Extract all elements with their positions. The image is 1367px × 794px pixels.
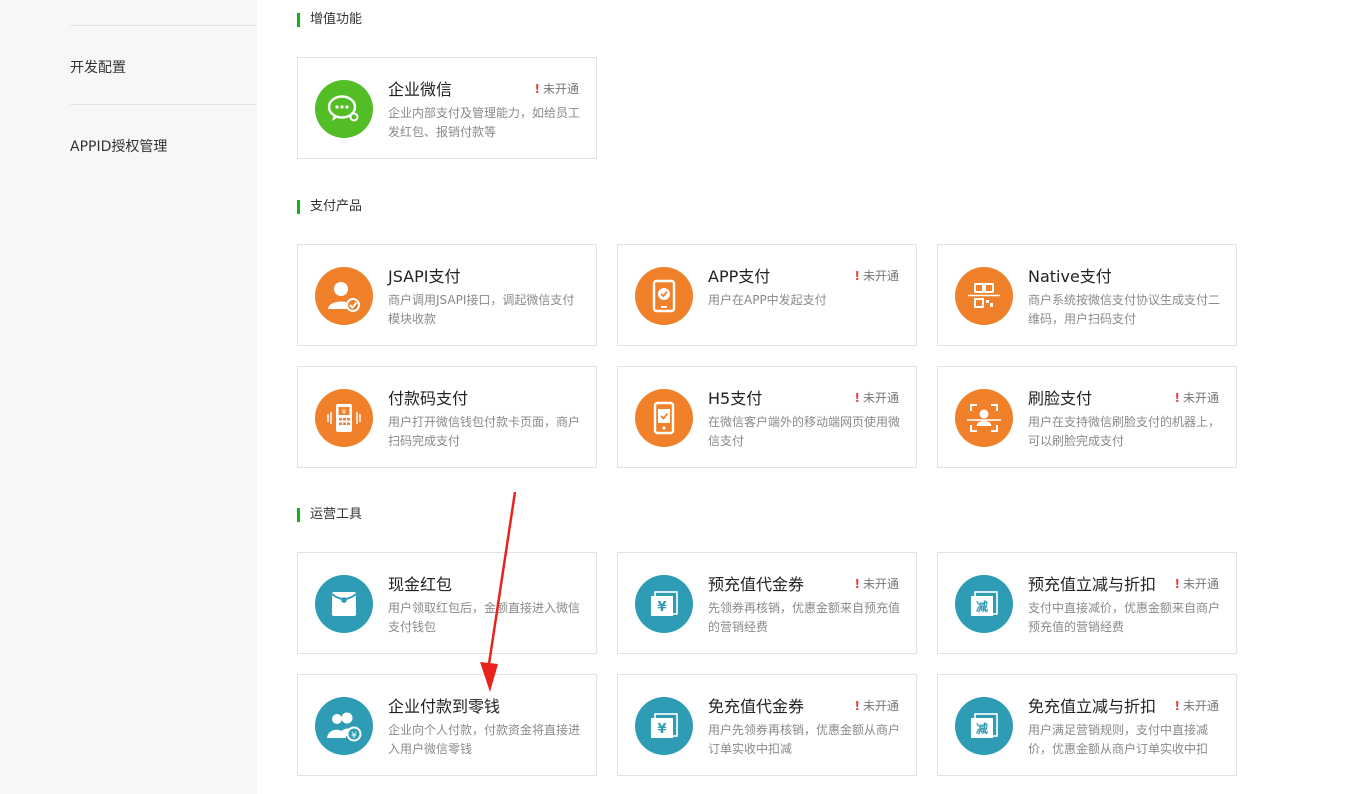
product-card-paycode[interactable]: ¥ 付款码支付 用户打开微信钱包付款卡页面，商户扫码完成支付 [297, 366, 597, 468]
product-card-prepaid-voucher[interactable]: ¥ 预充值代金券 ! 未开通 先领券再核销，优惠金额来自预充值的营销经费 [617, 552, 917, 654]
alert-mark: ! [854, 699, 860, 713]
alert-mark: ! [854, 269, 860, 283]
svg-text:¥: ¥ [657, 722, 666, 737]
card-title: 免充值代金券 [708, 697, 805, 716]
svg-text:¥: ¥ [351, 731, 357, 741]
sidebar-divider [70, 104, 257, 105]
section-title-payment-products: 支付产品 [297, 200, 362, 214]
card-description: 用户打开微信钱包付款卡页面，商户扫码完成支付 [388, 415, 581, 448]
card-description: 企业内部支付及管理能力，如给员工发红包、报销付款等 [388, 106, 581, 139]
svg-text:减: 减 [976, 599, 988, 614]
discount-ticket-icon: 减 [955, 575, 1013, 633]
user-check-icon [315, 267, 373, 325]
section-title-value-added: 增值功能 [297, 13, 362, 27]
card-description: 支付中直接减价，优惠金额来自商户预充值的营销经费 [1028, 601, 1221, 634]
card-description: 用户满足营销规则，支付中直接减价，优惠金额从商户订单实收中扣 [1028, 723, 1209, 756]
alert-mark: ! [854, 391, 860, 405]
card-description: 用户在APP中发起支付 [708, 293, 827, 307]
voucher-yen-icon: ¥ [635, 697, 693, 755]
card-description: 用户领取红包后，金额直接进入微信支付钱包 [388, 601, 581, 634]
product-card-h5[interactable]: H5支付 ! 未开通 在微信客户端外的移动端网页使用微信支付 [617, 366, 917, 468]
status-badge: ! 未开通 [854, 269, 900, 283]
alert-mark: ! [1174, 391, 1180, 405]
card-title: H5支付 [708, 389, 763, 408]
sidebar-item-appid-auth[interactable]: APPID授权管理 [70, 136, 167, 156]
sidebar: 开发配置 APPID授权管理 [0, 0, 257, 794]
discount-ticket-icon: 减 [955, 697, 1013, 755]
card-title: APP支付 [708, 267, 771, 286]
phone-pay-icon [635, 267, 693, 325]
card-description: 先领券再核销，优惠金额来自预充值的营销经费 [708, 601, 901, 634]
mobile-check-icon [635, 389, 693, 447]
product-card-free-discount[interactable]: 减 免充值立减与折扣 ! 未开通 用户满足营销规则，支付中直接减价，优惠金额从商户… [937, 674, 1237, 776]
alert-mark: ! [854, 577, 860, 591]
card-title: 付款码支付 [388, 389, 469, 408]
card-title: 预充值代金券 [708, 575, 805, 594]
wechat-work-icon [315, 80, 373, 138]
status-badge: ! 未开通 [1174, 577, 1220, 591]
qrcode-scan-icon [955, 267, 1013, 325]
product-card-prepaid-discount[interactable]: 减 预充值立减与折扣 ! 未开通 支付中直接减价，优惠金额来自商户预充值的营销经费 [937, 552, 1237, 654]
card-title: JSAPI支付 [388, 267, 461, 286]
card-description: 企业向个人付款，付款资金将直接进入用户微信零钱 [388, 723, 581, 756]
card-description: 商户调用JSAPI接口，调起微信支付模块收款 [388, 293, 575, 326]
card-description: 商户系统按微信支付协议生成支付二维码，用户扫码支付 [1028, 293, 1221, 326]
card-description: 在微信客户端外的移动端网页使用微信支付 [708, 415, 901, 448]
section-title-operation-tools: 运营工具 [297, 508, 362, 522]
sidebar-divider [70, 25, 257, 26]
product-card-transfer[interactable]: ¥ 企业付款到零钱 企业向个人付款，付款资金将直接进入用户微信零钱 [297, 674, 597, 776]
svg-text:¥: ¥ [342, 408, 347, 416]
status-badge: ! 未开通 [854, 391, 900, 405]
status-badge: ! 未开通 [1174, 391, 1220, 405]
alert-mark: ! [534, 82, 540, 96]
card-title: 刷脸支付 [1028, 389, 1093, 408]
product-card-face[interactable]: 刷脸支付 ! 未开通 用户在支持微信刷脸支付的机器上，可以刷脸完成支付 [937, 366, 1237, 468]
card-title: 企业付款到零钱 [388, 697, 501, 716]
product-card-free-voucher[interactable]: ¥ 免充值代金券 ! 未开通 用户先领券再核销，优惠金额从商户订单实收中扣减 [617, 674, 917, 776]
alert-mark: ! [1174, 577, 1180, 591]
voucher-yen-icon: ¥ [635, 575, 693, 633]
svg-text:¥: ¥ [657, 600, 666, 615]
card-title: 免充值立减与折扣 [1028, 697, 1157, 716]
product-card-app[interactable]: APP支付 ! 未开通 用户在APP中发起支付 [617, 244, 917, 346]
face-scan-icon [955, 389, 1013, 447]
people-yen-icon: ¥ [315, 697, 373, 755]
status-badge: ! 未开通 [1174, 699, 1220, 713]
card-description: 用户先领券再核销，优惠金额从商户订单实收中扣减 [708, 723, 901, 756]
card-title: 现金红包 [388, 575, 453, 594]
status-badge: ! 未开通 [854, 577, 900, 591]
card-title: 预充值立减与折扣 [1028, 575, 1157, 594]
card-description: 用户在支持微信刷脸支付的机器上，可以刷脸完成支付 [1028, 415, 1221, 448]
status-badge: ! 未开通 [854, 699, 900, 713]
svg-text:减: 减 [976, 721, 988, 736]
product-card-wework[interactable]: 企业微信 ! 未开通 企业内部支付及管理能力，如给员工发红包、报销付款等 [297, 57, 597, 159]
status-badge: ! 未开通 [534, 82, 580, 96]
card-title: Native支付 [1028, 267, 1112, 286]
red-envelope-icon [315, 575, 373, 633]
product-card-redpack[interactable]: 现金红包 用户领取红包后，金额直接进入微信支付钱包 [297, 552, 597, 654]
product-card-native[interactable]: Native支付 商户系统按微信支付协议生成支付二维码，用户扫码支付 [937, 244, 1237, 346]
sidebar-item-dev-config[interactable]: 开发配置 [70, 57, 126, 77]
card-title: 企业微信 [388, 80, 453, 99]
product-card-jsapi[interactable]: JSAPI支付 商户调用JSAPI接口，调起微信支付模块收款 [297, 244, 597, 346]
alert-mark: ! [1174, 699, 1180, 713]
pos-terminal-icon: ¥ [315, 389, 373, 447]
